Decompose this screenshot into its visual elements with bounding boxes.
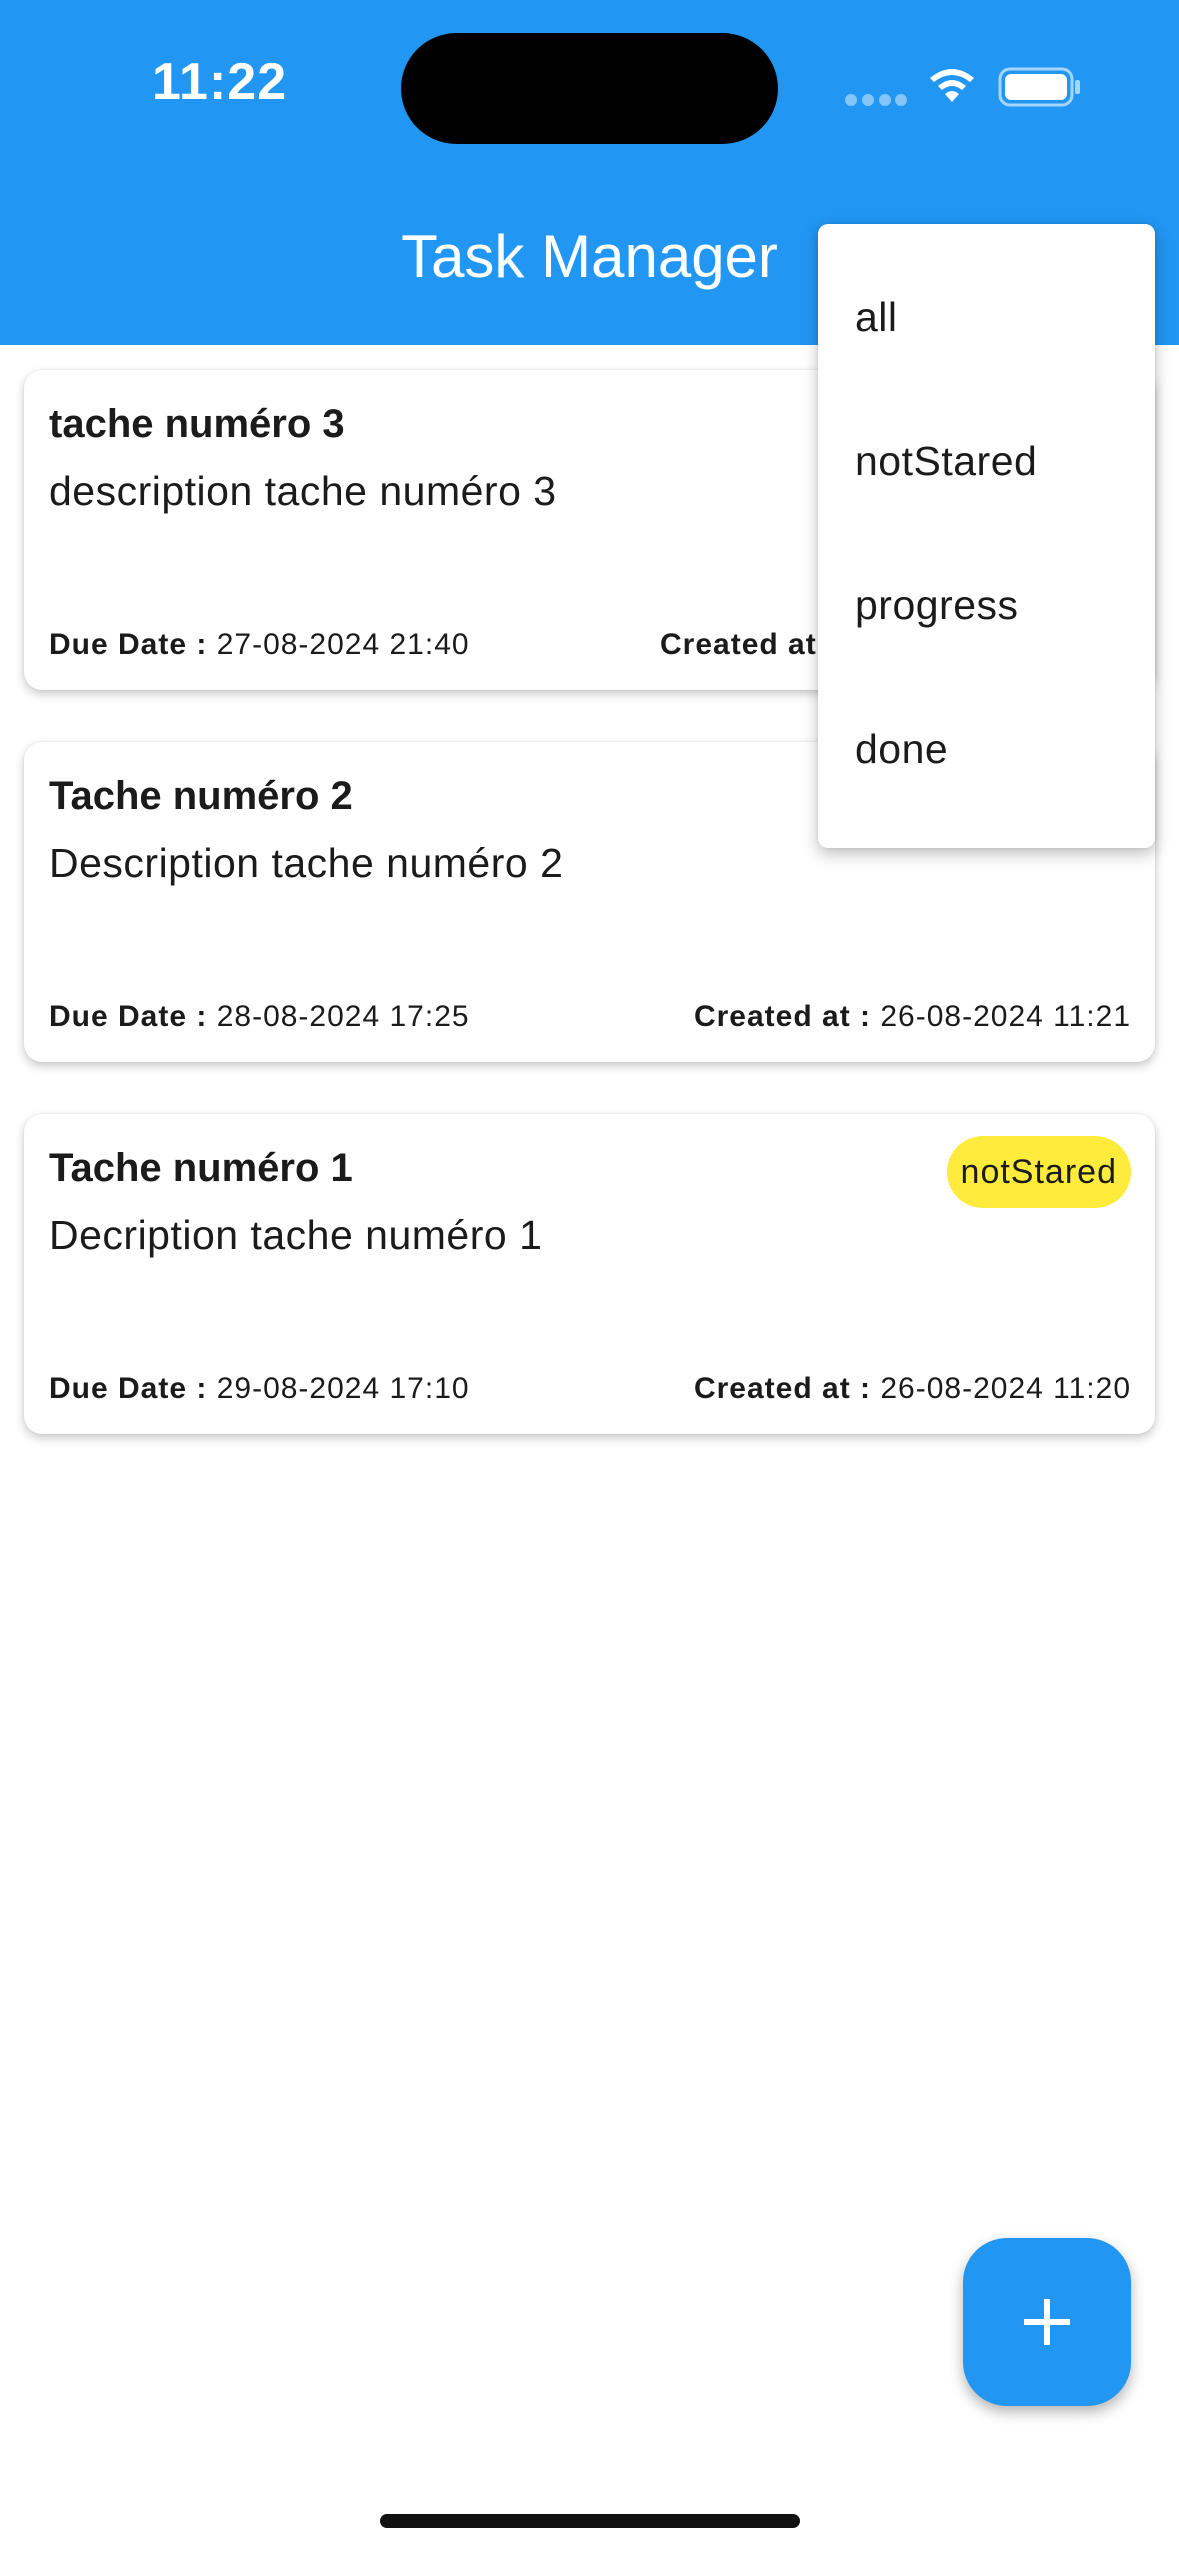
task-due-date: Due Date : 29-08-2024 17:10	[49, 1372, 470, 1406]
created-value: 26-08-2024 11:20	[880, 1372, 1131, 1405]
due-label: Due Date :	[49, 1000, 208, 1033]
task-title: tache numéro 3	[49, 402, 345, 446]
filter-menu: all notStared progress done	[818, 224, 1155, 848]
task-card[interactable]: Tache numéro 1 notStared Decription tach…	[24, 1114, 1155, 1434]
add-task-button[interactable]	[963, 2238, 1131, 2406]
task-created-at: Created at : 26-08-2024 11:21	[694, 1000, 1131, 1034]
menu-item-notstared[interactable]: notStared	[855, 438, 1037, 485]
home-indicator[interactable]	[380, 2514, 800, 2528]
created-label: Created at :	[660, 628, 838, 661]
task-description: Description tache numéro 2	[49, 840, 564, 886]
task-due-date: Due Date : 27-08-2024 21:40	[49, 628, 470, 662]
status-badge: notStared	[946, 1136, 1131, 1208]
due-value: 28-08-2024 17:25	[216, 1000, 470, 1033]
created-value: 26-08-2024 11:21	[880, 1000, 1131, 1033]
wifi-icon	[930, 69, 974, 102]
plus-icon	[1024, 2299, 1070, 2345]
task-title: Tache numéro 2	[49, 774, 353, 818]
task-description: description tache numéro 3	[49, 468, 557, 514]
menu-item-done[interactable]: done	[855, 726, 948, 773]
created-label: Created at :	[693, 1000, 872, 1033]
battery-icon	[998, 67, 1080, 107]
created-label: Created at :	[693, 1372, 872, 1405]
menu-item-all[interactable]: all	[855, 294, 898, 341]
due-label: Due Date :	[49, 1372, 208, 1405]
due-value: 27-08-2024 21:40	[216, 628, 470, 661]
due-label: Due Date :	[49, 628, 208, 661]
menu-item-progress[interactable]: progress	[855, 582, 1019, 629]
cellular-signal-icon	[845, 94, 907, 108]
task-description: Decription tache numéro 1	[49, 1212, 543, 1258]
task-created-at: Created at : 26-08-2024 11:20	[694, 1372, 1131, 1406]
task-title: Tache numéro 1	[49, 1146, 353, 1190]
dynamic-island	[401, 33, 778, 144]
task-created-at: Created at :	[660, 628, 837, 662]
task-due-date: Due Date : 28-08-2024 17:25	[49, 1000, 470, 1034]
due-value: 29-08-2024 17:10	[216, 1372, 470, 1405]
status-time: 11:22	[152, 53, 288, 111]
